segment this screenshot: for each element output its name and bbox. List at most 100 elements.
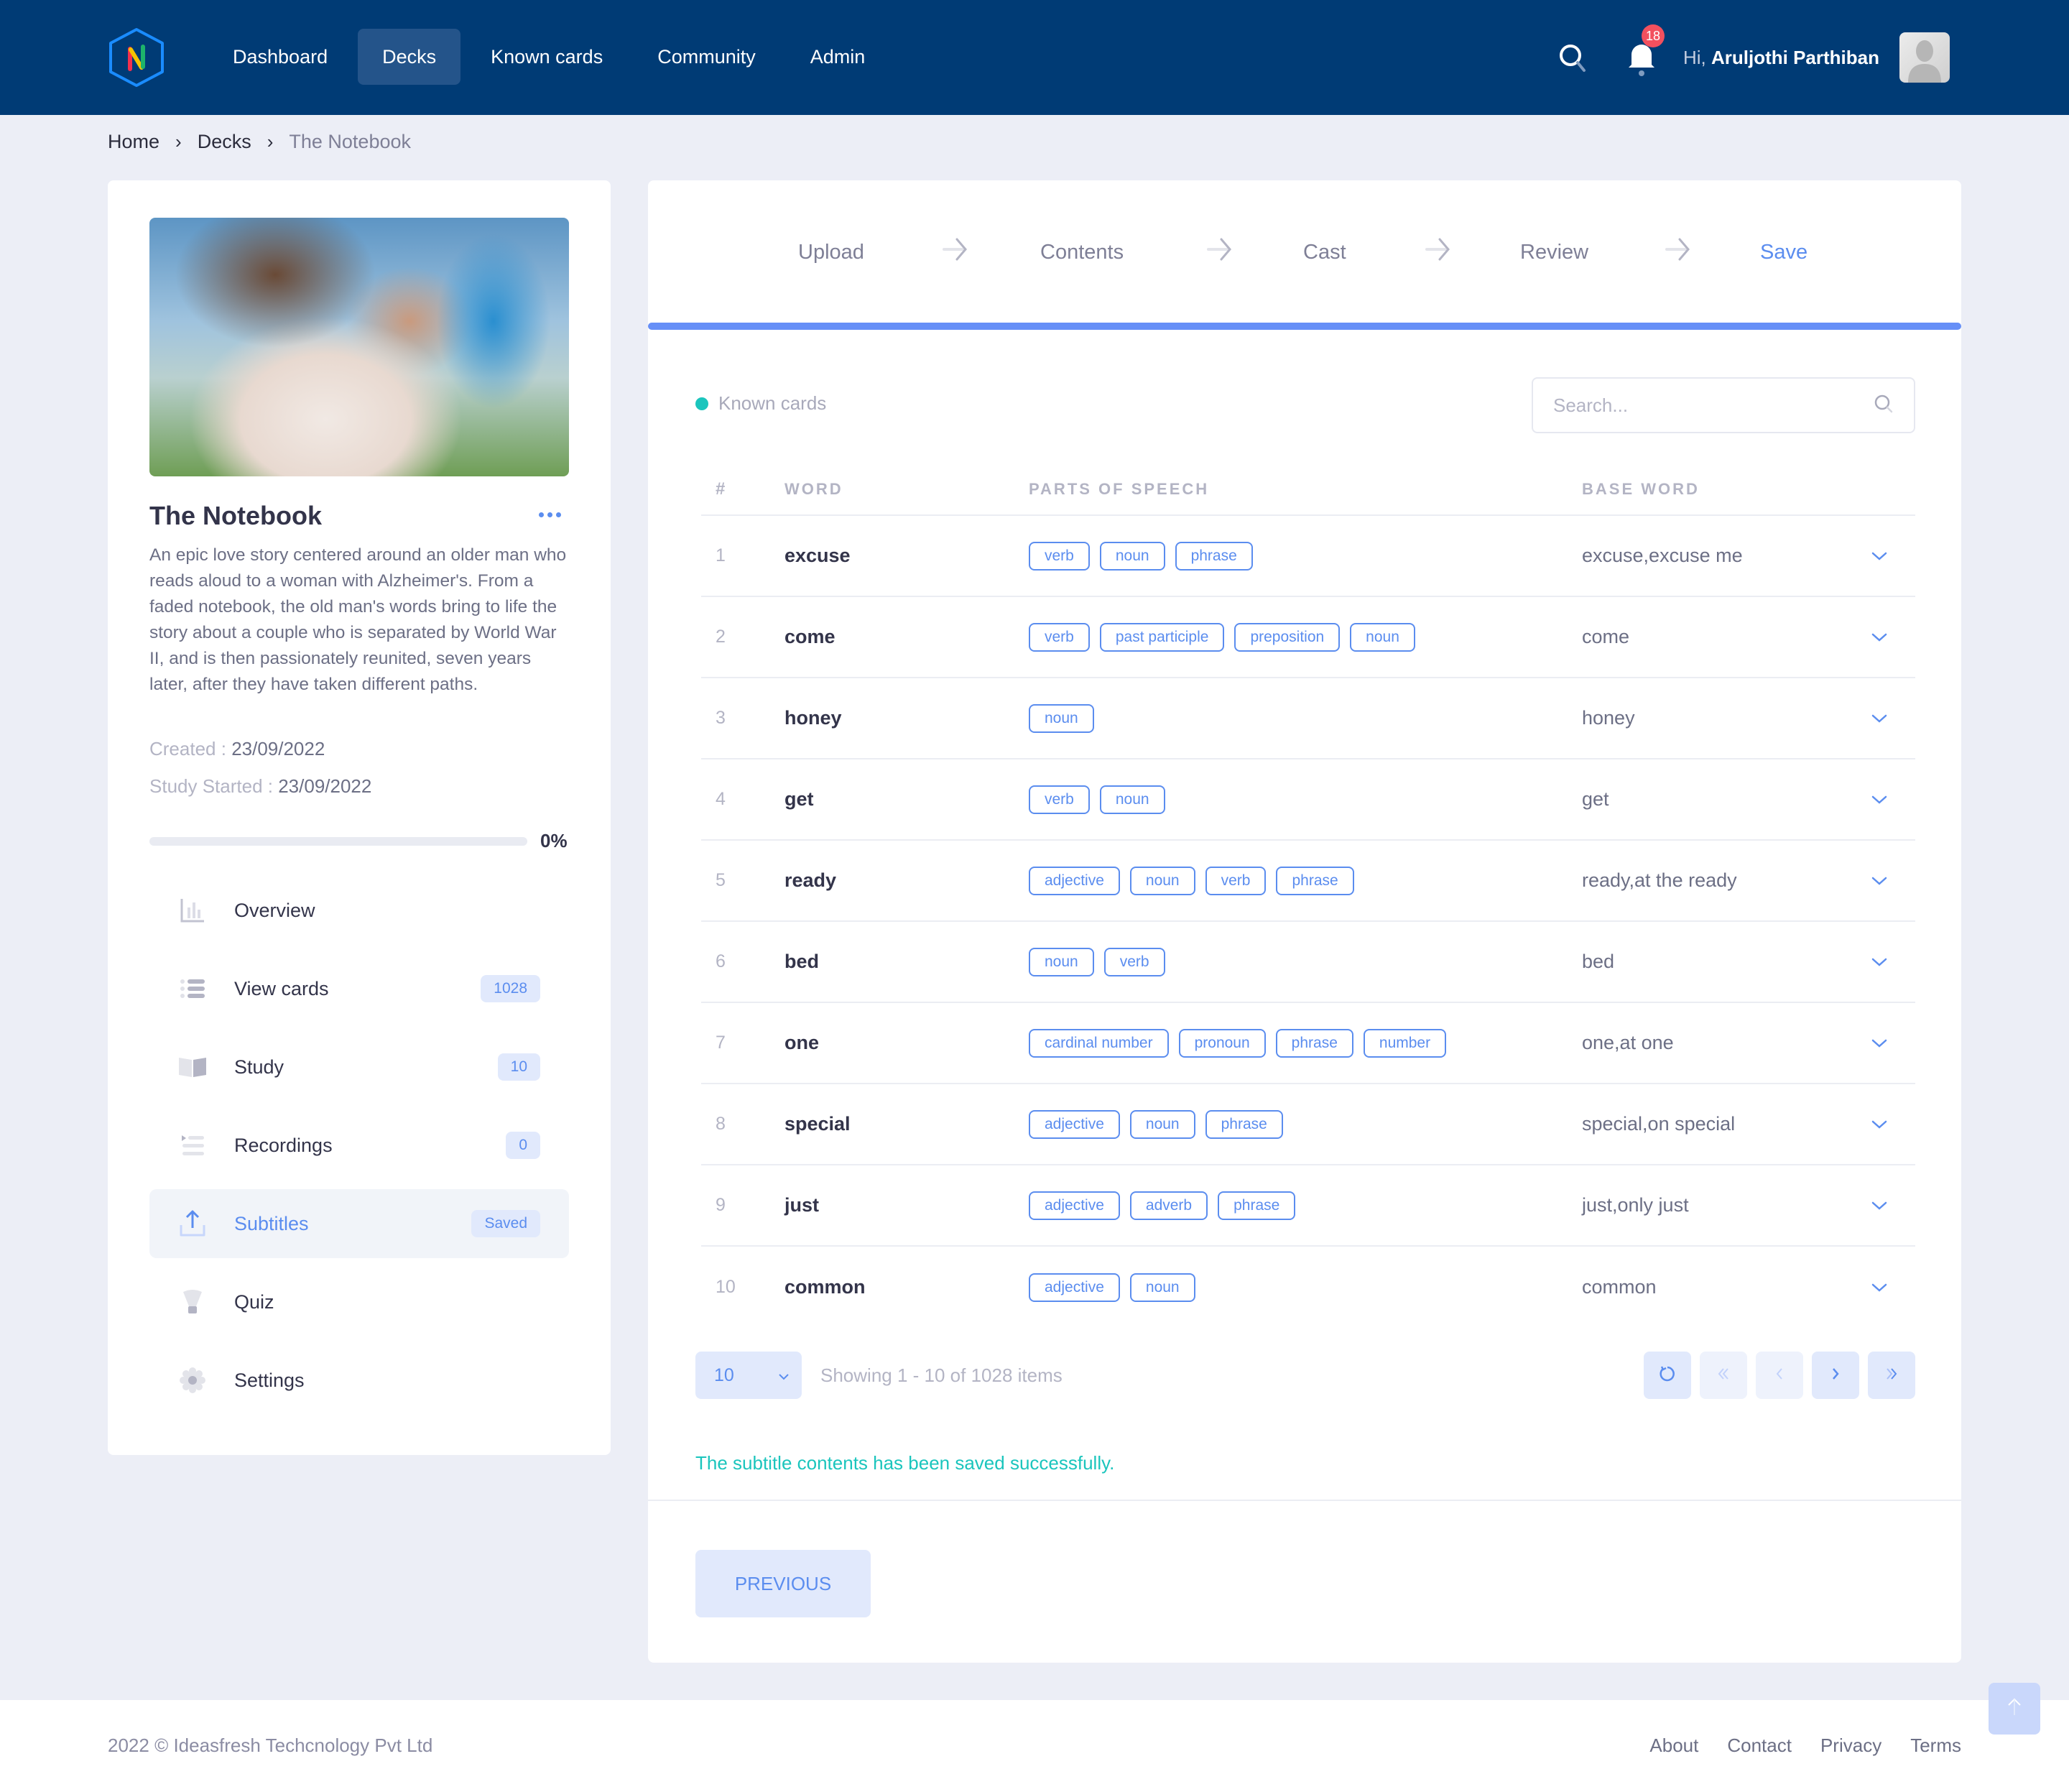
menu-item-subtitles[interactable]: Subtitles Saved bbox=[149, 1189, 569, 1258]
deck-description: An epic love story centered around an ol… bbox=[149, 545, 567, 694]
breadcrumb-current: The Notebook bbox=[289, 131, 411, 152]
expand-row-chevron-icon[interactable] bbox=[1843, 1282, 1915, 1293]
expand-row-chevron-icon[interactable] bbox=[1843, 1119, 1915, 1130]
chevrons-left-icon bbox=[1715, 1365, 1732, 1386]
scroll-to-top-button[interactable] bbox=[1989, 1683, 2040, 1735]
row-word: special bbox=[784, 1113, 851, 1135]
footer-link-privacy[interactable]: Privacy bbox=[1820, 1735, 1881, 1757]
user-area: 18 Hi, Aruljothi Parthiban bbox=[1557, 24, 1950, 86]
pos-tag: number bbox=[1363, 1028, 1447, 1058]
col-base: BASE WORD bbox=[1582, 480, 1700, 498]
row-word: excuse bbox=[784, 545, 851, 566]
row-number: 9 bbox=[716, 1195, 726, 1215]
pos-tag: adverb bbox=[1129, 1191, 1208, 1220]
nav-community[interactable]: Community bbox=[633, 29, 780, 85]
pos-tag: noun bbox=[1129, 1109, 1195, 1139]
step-cast[interactable]: Cast bbox=[1303, 241, 1346, 264]
row-number: 6 bbox=[716, 951, 726, 971]
chevron-down-icon bbox=[777, 1365, 790, 1386]
table-row: 3 honey noun honey bbox=[701, 678, 1915, 759]
pos-tag: phrase bbox=[1276, 866, 1354, 895]
menu-item-study[interactable]: Study 10 bbox=[149, 1033, 569, 1101]
nav-decks[interactable]: Decks bbox=[358, 29, 461, 85]
pos-tag: noun bbox=[1099, 785, 1165, 814]
pager-buttons bbox=[1644, 1352, 1915, 1399]
pos-tag: verb bbox=[1103, 947, 1165, 976]
deck-sidebar: The Notebook An epic love story centered… bbox=[108, 180, 611, 1455]
expand-row-chevron-icon[interactable] bbox=[1843, 632, 1915, 643]
table-row: 6 bed noun verb bed bbox=[701, 922, 1915, 1003]
upload-icon bbox=[178, 1209, 207, 1238]
footer-link-terms[interactable]: Terms bbox=[1910, 1735, 1961, 1757]
menu-item-view-cards[interactable]: View cards 1028 bbox=[149, 954, 569, 1023]
prev-page-button[interactable] bbox=[1756, 1352, 1803, 1399]
expand-row-chevron-icon[interactable] bbox=[1843, 1038, 1915, 1049]
pos-tag: noun bbox=[1129, 1273, 1195, 1302]
expand-row-chevron-icon[interactable] bbox=[1843, 550, 1915, 562]
pos-tag: noun bbox=[1129, 866, 1195, 895]
row-word: one bbox=[784, 1032, 820, 1053]
chevron-right-icon: › bbox=[175, 131, 182, 152]
notification-count-badge: 18 bbox=[1641, 24, 1665, 47]
expand-row-chevron-icon[interactable] bbox=[1843, 875, 1915, 887]
row-parts-of-speech: cardinal number pronoun phrase number bbox=[1029, 1028, 1582, 1058]
expand-row-chevron-icon[interactable] bbox=[1843, 794, 1915, 805]
nav-admin[interactable]: Admin bbox=[786, 29, 890, 85]
search-icon[interactable] bbox=[1874, 394, 1894, 417]
more-options-icon[interactable] bbox=[539, 506, 568, 523]
expand-row-chevron-icon[interactable] bbox=[1843, 956, 1915, 968]
study-progress-bar bbox=[149, 837, 527, 846]
col-word: WORD bbox=[784, 480, 843, 498]
table-row: 8 special adjective noun phrase special,on sp… bbox=[701, 1084, 1915, 1165]
study-count-badge: 10 bbox=[497, 1053, 540, 1081]
refresh-button[interactable] bbox=[1644, 1352, 1691, 1399]
table-row: 9 just adjective adverb phrase just,only just bbox=[701, 1165, 1915, 1247]
row-base-word: ready,at the ready bbox=[1582, 869, 1737, 891]
breadcrumb-decks[interactable]: Decks bbox=[198, 131, 251, 153]
next-page-button[interactable] bbox=[1812, 1352, 1859, 1399]
view-cards-count-badge: 1028 bbox=[481, 975, 540, 1002]
expand-row-chevron-icon[interactable] bbox=[1843, 713, 1915, 724]
pos-tag: phrase bbox=[1175, 541, 1253, 571]
step-review[interactable]: Review bbox=[1520, 241, 1588, 264]
menu-item-settings[interactable]: Settings bbox=[149, 1346, 569, 1415]
subtitles-status-badge: Saved bbox=[471, 1210, 540, 1237]
previous-button[interactable]: PREVIOUS bbox=[695, 1550, 871, 1617]
search-icon[interactable] bbox=[1557, 42, 1588, 73]
nav-dashboard[interactable]: Dashboard bbox=[208, 29, 352, 85]
menu-item-quiz[interactable]: Quiz bbox=[149, 1267, 569, 1336]
last-page-button[interactable] bbox=[1868, 1352, 1915, 1399]
breadcrumb-home[interactable]: Home bbox=[108, 131, 159, 153]
table-row: 7 one cardinal number pronoun phrase number on… bbox=[701, 1003, 1915, 1084]
row-word: just bbox=[784, 1194, 820, 1216]
row-word: get bbox=[784, 788, 814, 810]
footer-link-contact[interactable]: Contact bbox=[1727, 1735, 1792, 1757]
row-number: 7 bbox=[716, 1033, 726, 1053]
step-upload[interactable]: Upload bbox=[798, 241, 864, 264]
row-number: 1 bbox=[716, 545, 726, 565]
pos-tag: pronoun bbox=[1178, 1028, 1266, 1058]
footer-link-about[interactable]: About bbox=[1649, 1735, 1698, 1757]
breadcrumb: Home › Decks › The Notebook bbox=[108, 131, 411, 153]
step-contents[interactable]: Contents bbox=[1040, 241, 1124, 264]
menu-item-recordings[interactable]: Recordings 0 bbox=[149, 1111, 569, 1180]
row-base-word: special,on special bbox=[1582, 1113, 1736, 1135]
pos-tag: cardinal number bbox=[1029, 1028, 1169, 1058]
deck-title: The Notebook bbox=[149, 501, 322, 530]
notification-bell-icon[interactable]: 18 bbox=[1624, 24, 1665, 76]
bar-chart-icon bbox=[178, 896, 207, 925]
step-save[interactable]: Save bbox=[1760, 241, 1808, 264]
avatar[interactable] bbox=[1899, 32, 1950, 83]
menu-item-overview[interactable]: Overview bbox=[149, 876, 569, 945]
row-number: 4 bbox=[716, 789, 726, 809]
list-icon bbox=[178, 974, 207, 1003]
search-input[interactable] bbox=[1553, 394, 1874, 417]
deck-cover-image bbox=[149, 218, 569, 476]
first-page-button[interactable] bbox=[1700, 1352, 1747, 1399]
expand-row-chevron-icon[interactable] bbox=[1843, 1200, 1915, 1211]
nav-known-cards[interactable]: Known cards bbox=[466, 29, 627, 85]
row-word: common bbox=[784, 1276, 866, 1298]
arrow-right-icon bbox=[1664, 235, 1693, 264]
app-logo[interactable] bbox=[106, 27, 167, 88]
page-size-select[interactable]: 10 bbox=[695, 1352, 802, 1399]
